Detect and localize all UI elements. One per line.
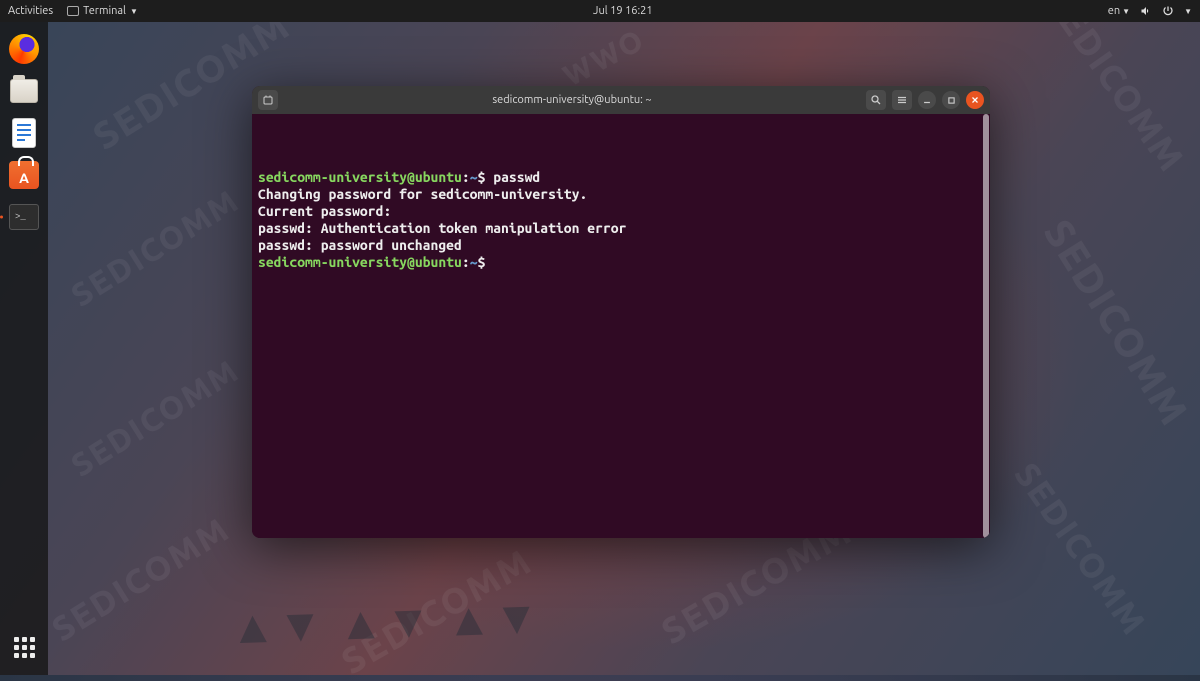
clock[interactable]: Jul 19 16:21 <box>593 5 653 17</box>
dock-terminal[interactable]: >_ <box>5 198 43 236</box>
app-menu-label: Terminal <box>83 5 126 17</box>
activities-button[interactable]: Activities <box>8 5 53 17</box>
dock-document[interactable] <box>5 114 43 152</box>
dock: >_ <box>0 22 48 675</box>
terminal-line: sedicomm-university@ubuntu:~$ <box>258 254 984 271</box>
new-tab-button[interactable] <box>258 90 278 110</box>
top-bar: Activities Terminal ▼ Jul 19 16:21 en▼ ▼ <box>0 0 1200 22</box>
terminal-small-icon <box>67 6 79 16</box>
chevron-down-icon: ▼ <box>130 7 138 16</box>
dock-software[interactable] <box>5 156 43 194</box>
menu-button[interactable] <box>892 90 912 110</box>
show-applications-button[interactable] <box>6 629 42 665</box>
terminal-icon: >_ <box>9 204 39 230</box>
terminal-line: Changing password for sedicomm-universit… <box>258 186 984 203</box>
folder-icon <box>10 79 38 103</box>
maximize-button[interactable] <box>942 91 960 109</box>
window-title: sedicomm-university@ubuntu: ~ <box>284 94 860 106</box>
terminal-window: sedicomm-university@ubuntu: ~ sedicomm-u… <box>252 86 990 538</box>
document-icon <box>12 118 36 148</box>
terminal-line: passwd: Authentication token manipulatio… <box>258 220 984 237</box>
chevron-down-icon: ▼ <box>1184 7 1192 16</box>
language-indicator[interactable]: en▼ <box>1108 5 1130 17</box>
firefox-icon <box>9 34 39 64</box>
dock-files[interactable] <box>5 72 43 110</box>
dock-firefox[interactable] <box>5 30 43 68</box>
scrollbar[interactable] <box>983 114 989 538</box>
search-button[interactable] <box>866 90 886 110</box>
volume-icon[interactable] <box>1140 5 1152 17</box>
terminal-line: sedicomm-university@ubuntu:~$ passwd <box>258 169 984 186</box>
minimize-button[interactable] <box>918 91 936 109</box>
terminal-line: passwd: password unchanged <box>258 237 984 254</box>
power-icon[interactable] <box>1162 5 1174 17</box>
app-menu[interactable]: Terminal ▼ <box>67 5 138 17</box>
terminal-content[interactable]: sedicomm-university@ubuntu:~$ passwdChan… <box>252 114 990 538</box>
system-tray[interactable]: en▼ ▼ <box>1108 5 1192 17</box>
apps-grid-icon <box>14 637 35 658</box>
shopping-bag-icon <box>9 161 39 189</box>
close-button[interactable] <box>966 91 984 109</box>
titlebar[interactable]: sedicomm-university@ubuntu: ~ <box>252 86 990 114</box>
terminal-line: Current password: <box>258 203 984 220</box>
